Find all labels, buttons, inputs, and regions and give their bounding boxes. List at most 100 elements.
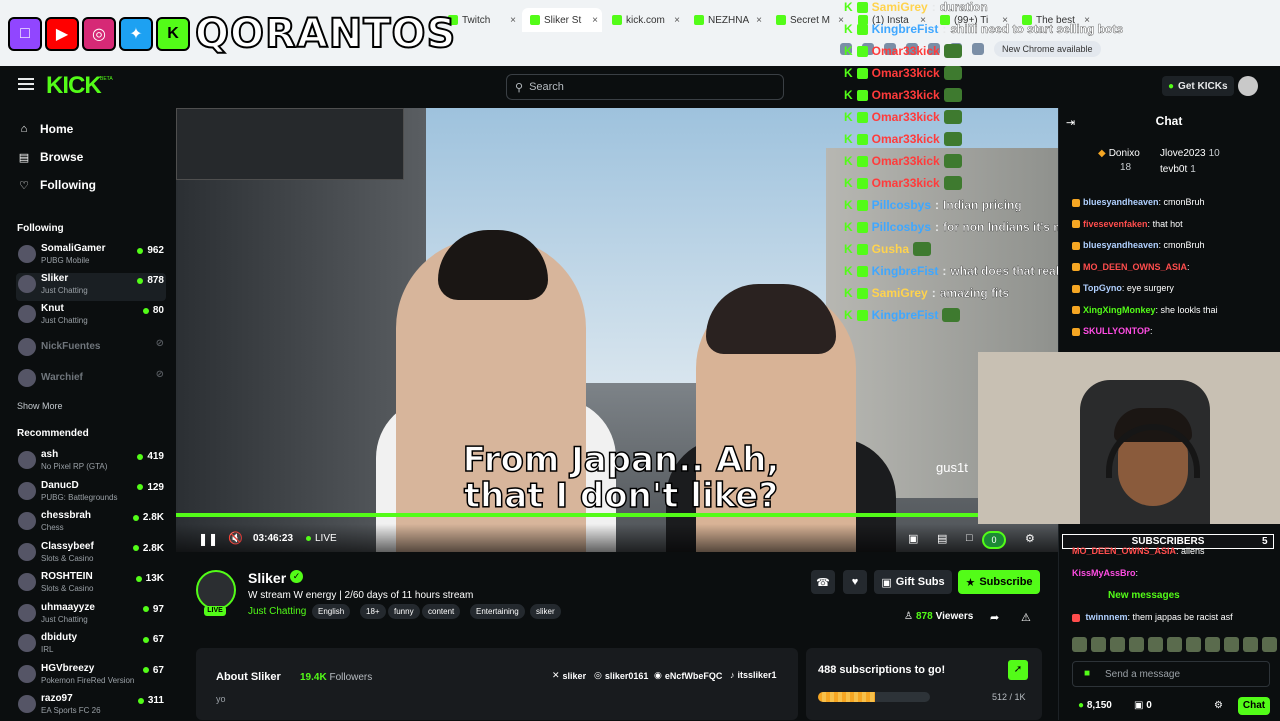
emote-icon[interactable] — [1186, 637, 1201, 652]
sub-goal-button[interactable]: ➚ — [1008, 660, 1028, 680]
playback-progress-bar[interactable] — [176, 513, 978, 517]
emote-icon[interactable] — [1167, 637, 1182, 652]
top-gifter[interactable]: Jlove2023 10 — [1160, 148, 1220, 159]
recommended-channel[interactable]: razo97 EA Sports FC 26 311 — [16, 693, 166, 721]
recommended-channel[interactable]: uhmaayyze Just Chatting 97 — [16, 602, 166, 630]
nav-following[interactable]: ♡ Following — [18, 178, 96, 192]
following-channel[interactable]: SomaliGamer PUBG Mobile 962 — [16, 243, 166, 271]
x-icon: ✕ — [552, 670, 560, 680]
menu-icon[interactable] — [18, 78, 34, 90]
kicks-balance[interactable]: ● 8,150 — [1078, 700, 1112, 711]
chat-username[interactable]: twinnnem — [1086, 612, 1128, 622]
social-link-discord[interactable]: ◉ eNcfWbeFQC — [654, 670, 722, 681]
recommended-channel[interactable]: HGVbreezy Pokemon FireRed Version 67 — [16, 663, 166, 691]
clip-icon[interactable]: □ — [966, 532, 973, 544]
live-badge: LIVE — [204, 606, 226, 616]
channel-name[interactable]: Sliker — [248, 570, 286, 586]
overlay-chat-text: shiiii need to start selling bots — [950, 22, 1124, 36]
chat-username[interactable]: fivesevenfaken — [1083, 219, 1148, 229]
close-tab-icon[interactable]: × — [510, 15, 516, 26]
stream-tag[interactable]: Entertaining — [470, 604, 525, 619]
chat-username[interactable]: SKULLYONTOP — [1083, 326, 1150, 336]
kick-icon: K — [844, 154, 853, 168]
following-channel-offline[interactable]: Warchief ⊘ — [16, 367, 166, 395]
browser-tab[interactable]: Secret M × — [768, 8, 848, 32]
stream-tag[interactable]: sliker — [530, 604, 561, 619]
stream-tag[interactable]: English — [312, 604, 351, 619]
search-input[interactable]: ⚲ Search — [506, 74, 784, 100]
settings-icon[interactable]: ⚙ — [1025, 532, 1035, 545]
close-tab-icon[interactable]: × — [674, 15, 680, 26]
follow-button[interactable]: ♥ — [843, 570, 867, 594]
top-gifter[interactable]: ◆ Donixo — [1098, 148, 1140, 159]
browser-tab[interactable]: NEZHNA × — [686, 8, 766, 32]
emote-icon[interactable] — [1148, 637, 1163, 652]
channel-avatar[interactable] — [196, 570, 236, 610]
top-gifter[interactable]: tevb0t 1 — [1160, 164, 1196, 175]
close-tab-icon[interactable]: × — [592, 15, 598, 26]
browser-tab[interactable]: Sliker St × — [522, 8, 602, 32]
emote-icon[interactable] — [1091, 637, 1106, 652]
nav-home[interactable]: ⌂ Home — [18, 122, 74, 136]
close-tab-icon[interactable]: × — [756, 15, 762, 26]
emote-icon[interactable] — [1072, 637, 1087, 652]
emote-icon[interactable] — [1224, 637, 1239, 652]
miniplayer-icon[interactable]: ▣ — [908, 532, 918, 545]
pause-icon[interactable]: ❚❚ — [198, 532, 218, 546]
stream-tag[interactable]: funny — [388, 604, 420, 619]
nav-browse[interactable]: ▤ Browse — [18, 150, 84, 164]
emote-icon[interactable] — [1129, 637, 1144, 652]
overlay-chat-line: K KingbreFist : shiiii need to start sell… — [844, 22, 1124, 36]
chat-message-input[interactable]: Send a message — [1072, 661, 1270, 687]
share-icon[interactable]: ➦ — [990, 611, 999, 624]
channel-name: Warchief — [41, 372, 83, 383]
chat-username[interactable]: MO_DEEN_OWNS_ASIA — [1072, 546, 1176, 556]
category-link[interactable]: Just Chatting — [248, 606, 306, 617]
emote-picker-icon[interactable]: ■ — [1084, 668, 1090, 679]
stream-tag[interactable]: content — [422, 604, 461, 619]
emote-icon[interactable] — [1205, 637, 1220, 652]
bell-icon: ☎ — [816, 576, 830, 589]
emote-icon[interactable] — [1243, 637, 1258, 652]
social-link-x[interactable]: ✕ sliker — [552, 670, 586, 681]
chat-username[interactable]: bluesyandheaven — [1083, 197, 1159, 207]
notification-bell-button[interactable]: ☎ — [811, 570, 835, 594]
new-messages-button[interactable]: New messages — [1108, 590, 1180, 601]
channel-category: Slots & Casino — [41, 553, 94, 563]
chat-username[interactable]: MO_DEEN_OWNS_ASIA — [1083, 262, 1187, 272]
social-link-instagram[interactable]: ◎ sliker0161 — [594, 670, 648, 681]
recommended-channel[interactable]: ROSHTEIN Slots & Casino 13K — [16, 571, 166, 599]
recommended-channel[interactable]: DanucD PUBG: Battlegrounds 129 — [16, 480, 166, 508]
gift-balance[interactable]: ▣ 0 — [1134, 700, 1152, 711]
overlay-chat-user: Omar33kick — [871, 154, 940, 168]
show-more-link[interactable]: Show More — [17, 401, 63, 411]
chat-username[interactable]: KissMyAssBro — [1072, 568, 1136, 578]
emote-icon[interactable] — [1262, 637, 1277, 652]
muted-icon[interactable]: 🔇 — [228, 531, 243, 545]
social-link-tiktok[interactable]: ♪ itssliker1 — [730, 670, 777, 680]
emote-icon[interactable] — [1110, 637, 1125, 652]
recommended-channel[interactable]: dbiduty IRL 67 — [16, 632, 166, 660]
following-channel-offline[interactable]: NickFuentes ⊘ — [16, 336, 166, 364]
recommended-channel[interactable]: chessbrah Chess 2.8K — [16, 510, 166, 538]
chat-username[interactable]: TopGyno — [1083, 283, 1122, 293]
theater-mode-icon[interactable]: ▤ — [937, 532, 947, 545]
recommended-channel[interactable]: ash No Pixel RP (GTA) 419 — [16, 449, 166, 477]
user-badge-icon — [856, 67, 868, 79]
following-channel[interactable]: Sliker Just Chatting 878 — [16, 273, 166, 301]
gift-subs-button[interactable]: ▣ Gift Subs — [874, 570, 952, 594]
subscribe-button[interactable]: ★ Subscribe — [958, 570, 1040, 594]
chat-username[interactable]: XingXingMonkey — [1083, 305, 1156, 315]
send-chat-button[interactable]: Chat — [1238, 697, 1270, 715]
channel-category: Just Chatting — [41, 614, 88, 624]
report-icon[interactable]: ⚠ — [1021, 611, 1031, 624]
chat-username[interactable]: bluesyandheaven — [1083, 240, 1159, 250]
kick-logo[interactable]: KICK — [46, 72, 102, 100]
recommended-channel[interactable]: Classybeef Slots & Casino 2.8K — [16, 541, 166, 569]
stream-tag[interactable]: 18+ — [360, 604, 386, 619]
browser-tab[interactable]: kick.com × — [604, 8, 684, 32]
following-channel[interactable]: Knut Just Chatting 80 — [16, 303, 166, 331]
emote-icon — [913, 242, 932, 256]
channel-category: Slots & Casino — [41, 584, 94, 593]
chat-settings-icon[interactable]: ⚙ — [1214, 700, 1223, 711]
